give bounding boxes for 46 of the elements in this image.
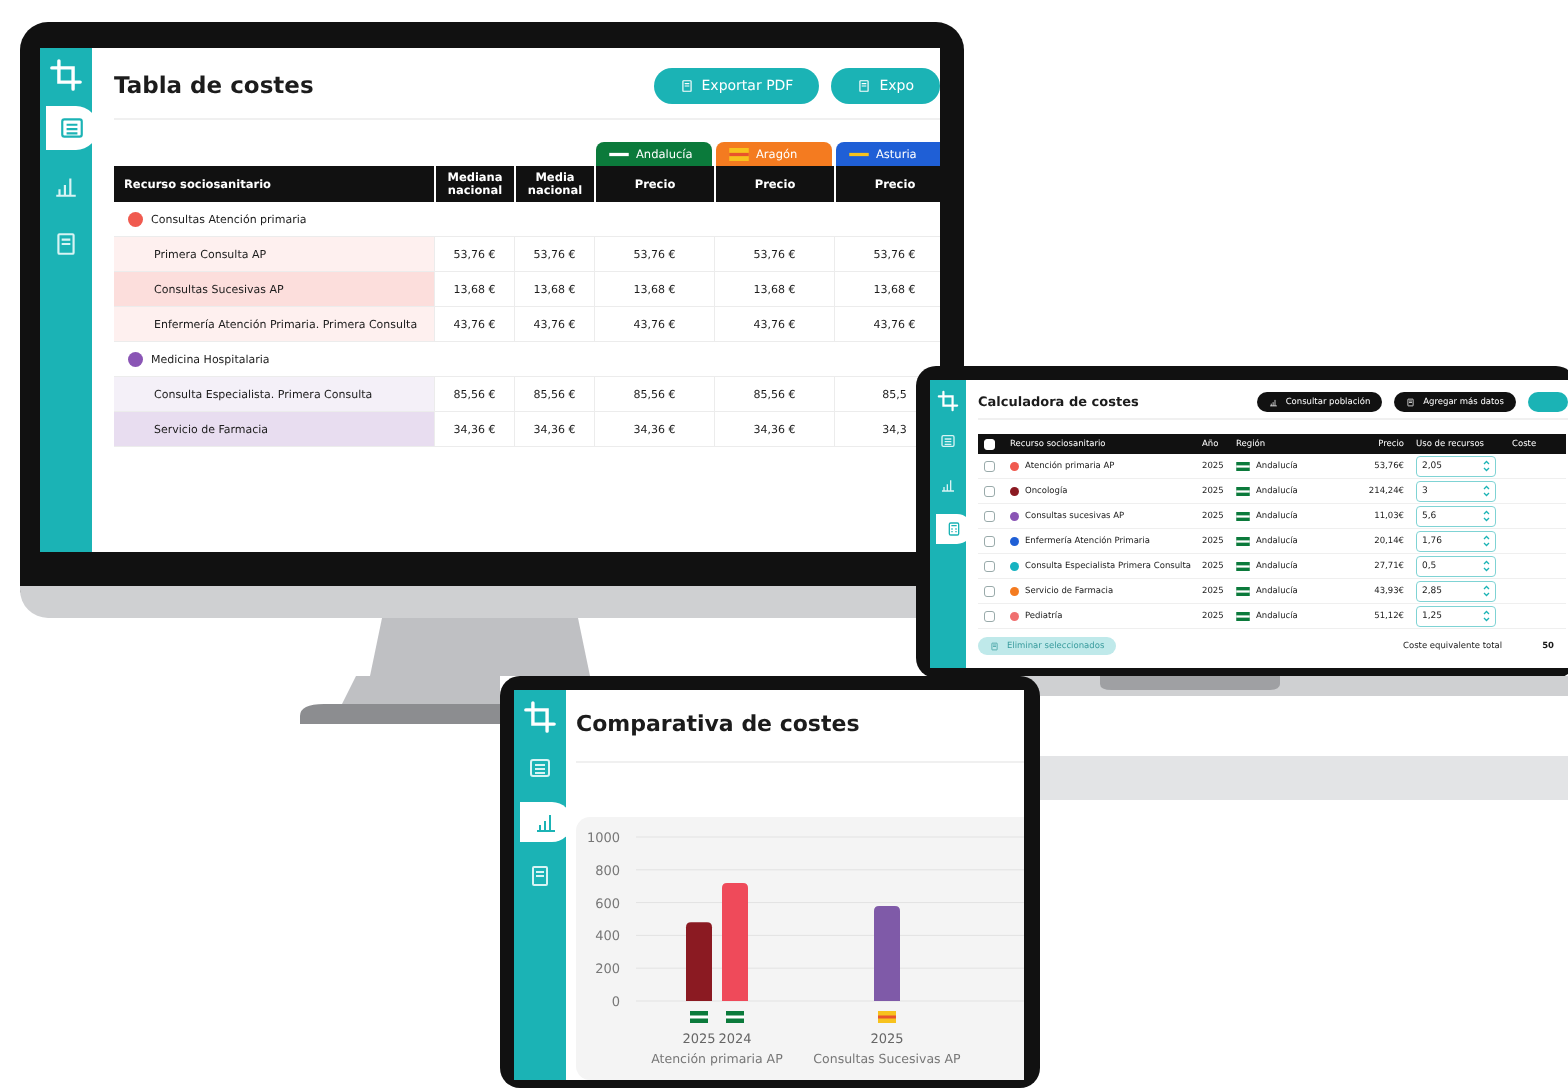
flag-icon (690, 1011, 708, 1023)
flag-icon (1236, 611, 1250, 621)
row-checkbox[interactable] (984, 485, 995, 497)
row-checkbox[interactable] (984, 610, 995, 622)
flag-icon (1236, 511, 1250, 521)
row-checkbox[interactable] (984, 560, 995, 572)
calculator-icon (946, 521, 962, 537)
page-title: Comparativa de costes (576, 712, 862, 737)
spinner-arrows-icon (1483, 510, 1490, 522)
document-icon (528, 864, 552, 888)
crop-logo-icon (937, 390, 959, 412)
flag-icon (848, 147, 870, 161)
flag-icon (1236, 561, 1250, 571)
flag-icon (1236, 536, 1250, 546)
row-checkbox[interactable] (984, 535, 995, 547)
select-all-checkbox[interactable] (984, 438, 995, 450)
sidebar-item[interactable] (46, 106, 98, 150)
spinner-arrows-icon (1483, 485, 1490, 497)
bar-chart-icon (53, 173, 79, 199)
spinner-arrows-icon (1483, 460, 1490, 472)
flag-icon (878, 1011, 896, 1023)
list-icon (528, 756, 552, 780)
crop-logo-icon (49, 58, 83, 92)
sidebar-item[interactable] (520, 802, 572, 842)
add-button[interactable] (1528, 392, 1568, 412)
flag-icon (1236, 486, 1250, 496)
list-icon (59, 115, 85, 141)
sidebar-item[interactable] (936, 514, 972, 544)
flag-icon (1236, 586, 1250, 596)
crop-logo-icon (523, 700, 557, 734)
row-checkbox[interactable] (984, 585, 995, 597)
page-title: Tabla de costes (114, 73, 316, 99)
spinner-arrows-icon (1483, 585, 1490, 597)
flag-icon (728, 147, 750, 161)
document-icon (53, 231, 79, 257)
spinner-arrows-icon (1483, 610, 1490, 622)
flag-icon (726, 1011, 744, 1023)
bar-chart-icon (534, 810, 558, 834)
spinner-arrows-icon (1483, 535, 1490, 547)
bar-chart-icon (940, 477, 956, 493)
list-icon (940, 433, 956, 449)
row-checkbox[interactable] (984, 460, 995, 472)
flag-icon (608, 147, 630, 161)
flag-icon (1236, 461, 1250, 471)
spinner-arrows-icon (1483, 560, 1490, 572)
row-checkbox[interactable] (984, 510, 995, 522)
